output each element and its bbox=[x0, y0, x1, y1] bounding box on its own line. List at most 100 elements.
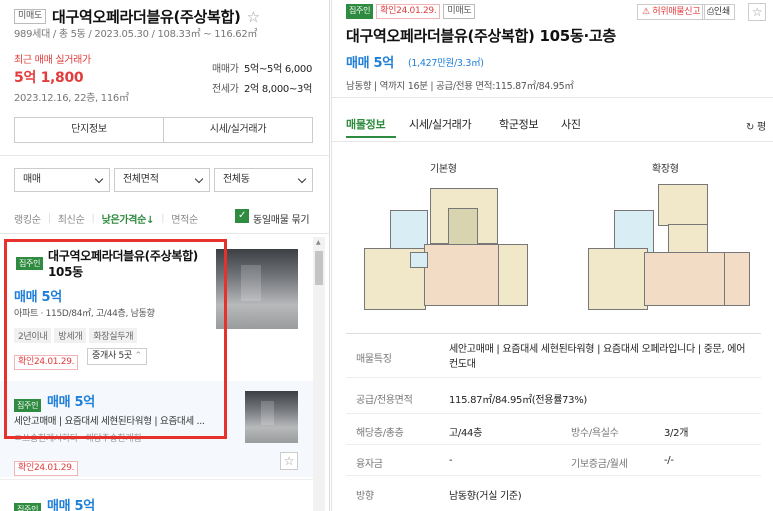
detail-value: 115.87㎡/84.95㎡(전용률73%) bbox=[449, 395, 588, 406]
floorplan-room bbox=[658, 184, 708, 226]
detail-tags: 집주인 확인24.01.29. 미매도 bbox=[346, 4, 476, 19]
detail-row: 해당층/총층 고/44층 방수/욕실수 3/2개 bbox=[346, 415, 761, 445]
favorite-star-icon[interactable]: ☆ bbox=[247, 8, 260, 26]
detail-value: 남동향(거실 기준) bbox=[449, 491, 522, 502]
chevron-down-icon bbox=[297, 174, 307, 184]
tab-school-info[interactable]: 학군정보 bbox=[499, 116, 539, 132]
floorplan-room bbox=[724, 252, 750, 306]
report-button[interactable]: ⚠ 허위매물신고 bbox=[637, 4, 706, 20]
same-listing-checkbox[interactable]: ✓ bbox=[235, 209, 249, 223]
detail-facts: 남동향 | 역까지 16분 | 공급/전용 면적:115.87㎡/84.95㎡ bbox=[346, 81, 574, 92]
unsold-tag: 미매도 bbox=[443, 4, 476, 19]
favorite-star-icon[interactable]: ☆ bbox=[280, 452, 298, 470]
complex-header: 미매도 대구역오페라더블유(주상복합) ☆ bbox=[14, 6, 260, 27]
print-button[interactable]: ⎙인쇄 bbox=[702, 4, 735, 20]
unsold-tag: 미매도 bbox=[14, 9, 46, 24]
divider bbox=[332, 141, 773, 142]
detail-value: 3/2개 bbox=[664, 428, 689, 439]
listing-photo[interactable] bbox=[245, 391, 298, 443]
floorplan-room bbox=[448, 208, 478, 246]
floorplan-room bbox=[644, 252, 730, 306]
report-label: 허위매물신고 bbox=[652, 7, 701, 17]
sort-options: 랭킹순 | 최신순 | 낮은가격순↓ | 면적순 bbox=[14, 211, 198, 226]
detail-key: 해당층/총층 bbox=[356, 428, 404, 439]
listing-photo[interactable] bbox=[216, 249, 298, 329]
floorplan-room bbox=[424, 244, 506, 306]
sort-low-price[interactable]: 낮은가격순↓ bbox=[102, 211, 155, 226]
owner-badge: 집주인 bbox=[14, 497, 42, 511]
chevron-down-icon bbox=[194, 174, 204, 184]
detail-title: 대구역오페라더블유(주상복합) 105동·고층 bbox=[346, 27, 616, 45]
sort-divider: | bbox=[161, 213, 165, 224]
same-listing-label: 동일매물 묶기 bbox=[253, 215, 310, 226]
dong-select[interactable]: 전체동 bbox=[214, 168, 313, 192]
area-select[interactable]: 전체면적 bbox=[114, 168, 210, 192]
owner-badge: 집주인 bbox=[346, 4, 374, 19]
sort-ranking[interactable]: 랭킹순 bbox=[14, 211, 41, 226]
recent-price-date: 2023.12.16, 22층, 116㎡ bbox=[14, 93, 129, 104]
alert-icon: ⚠ bbox=[642, 7, 650, 17]
tab-market-price[interactable]: 시세/실거래가 bbox=[409, 116, 472, 132]
complex-info-button[interactable]: 단지정보 bbox=[14, 117, 164, 143]
confirm-date-tag: 확인24.01.29. bbox=[14, 455, 79, 476]
active-tab-underline bbox=[346, 136, 396, 138]
detail-value: 고/44층 bbox=[449, 428, 482, 439]
sort-area[interactable]: 면적순 bbox=[171, 211, 198, 226]
listing-price: 매매 5억 bbox=[47, 499, 95, 511]
floorplan-room bbox=[390, 210, 428, 252]
detail-row: 매물특징 세안고매매 | 요즘대세 세현된타워형 | 요즘대세 오페라입니다 |… bbox=[346, 334, 761, 378]
area-unit-toggle[interactable]: ↻ 평 bbox=[746, 118, 766, 133]
scrollbar-track[interactable]: ▲ bbox=[313, 237, 325, 511]
floorplan-room bbox=[410, 252, 428, 268]
confirm-date: 확인24.01.29. bbox=[14, 461, 79, 476]
chevron-down-icon bbox=[94, 174, 104, 184]
trade-type-value: 매매 bbox=[23, 174, 41, 185]
detail-key: 기보증금/월세 bbox=[571, 459, 628, 470]
refresh-icon: ↻ bbox=[746, 122, 755, 133]
scroll-up-icon[interactable]: ▲ bbox=[316, 239, 321, 246]
divider bbox=[0, 233, 329, 234]
floorplan-basic-label: 기본형 bbox=[430, 164, 457, 175]
complex-meta: 989세대 / 총 5동 / 2023.05.30 / 108.33㎡ ~ 11… bbox=[14, 29, 258, 40]
floorplan-room bbox=[498, 244, 528, 306]
market-price-button[interactable]: 시세/실거래가 bbox=[163, 117, 313, 143]
detail-key: 융자금 bbox=[356, 459, 383, 470]
detail-key: 공급/전용면적 bbox=[356, 395, 413, 406]
detail-key: 매물특징 bbox=[356, 354, 392, 365]
trade-type-select[interactable]: 매매 bbox=[14, 168, 110, 192]
sale-price-label: 매매가 bbox=[212, 64, 239, 75]
divider bbox=[332, 97, 773, 98]
floorplan-room bbox=[588, 248, 648, 310]
detail-key: 방향 bbox=[356, 491, 374, 502]
detail-value: 세안고매매 | 요즘대세 세현된타워형 | 요즘대세 오페라입니다 | 중문, … bbox=[449, 344, 746, 370]
area-value: 전체면적 bbox=[123, 174, 159, 185]
detail-price: 매매 5억 bbox=[346, 56, 394, 71]
listing-detail-panel: 집주인 확인24.01.29. 미매도 ⚠ 허위매물신고 ⎙인쇄 ☆ 대구역오페… bbox=[331, 0, 773, 511]
complex-panel: 미매도 대구역오페라더블유(주상복합) ☆ 989세대 / 총 5동 / 202… bbox=[0, 0, 330, 511]
favorite-star-icon[interactable]: ☆ bbox=[748, 3, 766, 21]
scrollbar-thumb[interactable] bbox=[315, 251, 323, 285]
owner-badge-label: 집주인 bbox=[14, 503, 42, 511]
sort-divider: | bbox=[47, 213, 51, 224]
area-unit-label: 평 bbox=[756, 122, 766, 133]
highlight-box bbox=[4, 239, 227, 439]
sort-divider: | bbox=[91, 213, 95, 224]
floorplan-extended-image[interactable] bbox=[584, 180, 756, 315]
complex-title: 대구역오페라더블유(주상복합) bbox=[51, 8, 241, 26]
jeonse-price-label: 전세가 bbox=[212, 84, 239, 95]
tab-photos[interactable]: 사진 bbox=[561, 116, 581, 132]
detail-value: -/- bbox=[664, 455, 674, 466]
detail-row: 융자금 - 기보증금/월세 -/- bbox=[346, 446, 761, 476]
listing-card[interactable]: 집주인 매매 5억 bbox=[0, 479, 318, 511]
tab-listing-info[interactable]: 매물정보 bbox=[346, 116, 386, 132]
sort-latest[interactable]: 최신순 bbox=[58, 211, 85, 226]
print-label: 인쇄 bbox=[713, 7, 730, 17]
recent-price-label: 최근 매매 실거래가 bbox=[14, 55, 91, 66]
detail-value: - bbox=[449, 455, 453, 466]
floorplan-extended-label: 확장형 bbox=[652, 164, 679, 175]
confirm-date: 확인24.01.29. bbox=[376, 4, 441, 19]
divider bbox=[0, 155, 329, 156]
floorplan-basic-image[interactable] bbox=[360, 180, 532, 315]
detail-row: 방향 남동향(거실 기준) bbox=[346, 477, 761, 511]
detail-row: 공급/전용면적 115.87㎡/84.95㎡(전용률73%) bbox=[346, 379, 761, 414]
